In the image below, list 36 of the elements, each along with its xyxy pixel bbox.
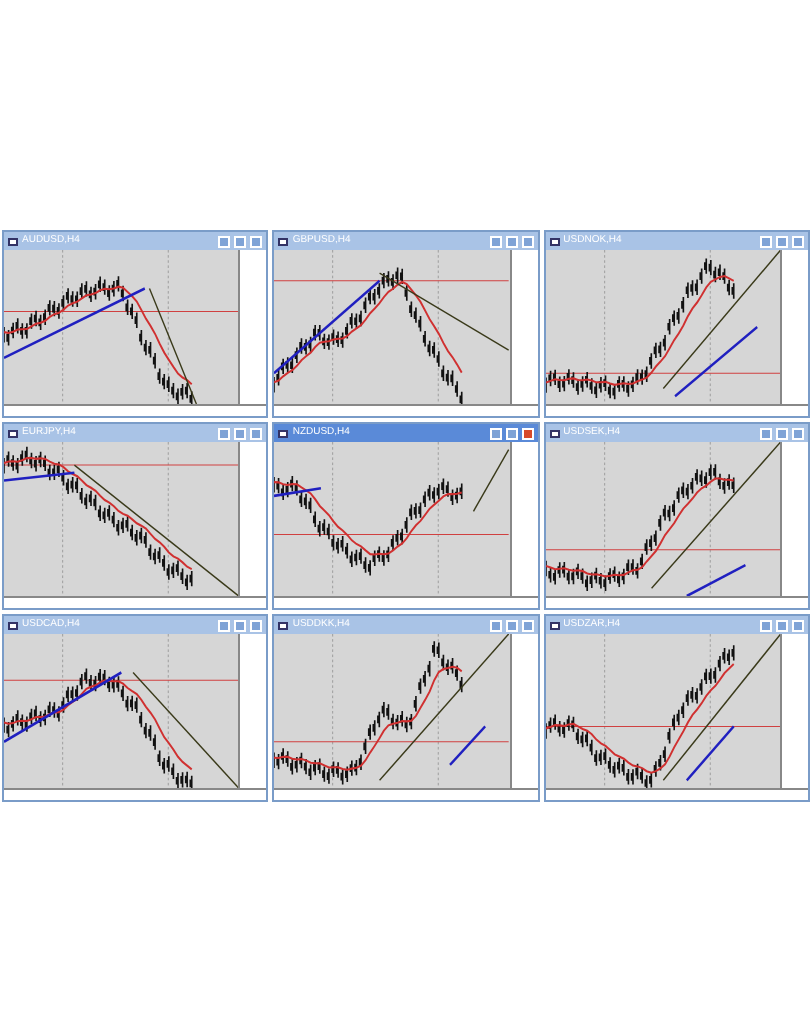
minimize-button[interactable] [218,619,231,631]
chart-icon [549,429,560,437]
chart-icon [8,621,18,629]
close-button[interactable] [521,235,534,247]
minimize-button[interactable] [759,619,772,631]
close-button[interactable] [250,235,263,247]
maximize-button[interactable] [775,427,788,439]
minimize-button[interactable] [218,235,231,247]
maximize-button[interactable] [505,235,518,247]
close-button[interactable] [250,427,263,439]
maximize-button[interactable] [775,619,788,631]
maximize-button[interactable] [234,619,247,631]
chart-icon [278,237,289,245]
maximize-button[interactable] [505,619,518,631]
close-button[interactable] [791,235,804,247]
chart-icon [278,621,289,629]
maximize-button[interactable] [505,427,518,439]
chart-icon [8,429,18,437]
close-button[interactable] [791,619,804,631]
chart-icon [549,237,560,245]
close-button[interactable] [521,619,534,631]
close-button[interactable] [250,619,263,631]
minimize-button[interactable] [489,427,502,439]
chart-icon [278,429,289,437]
maximize-button[interactable] [775,235,788,247]
minimize-button[interactable] [489,235,502,247]
minimize-button[interactable] [759,235,772,247]
close-button[interactable] [521,427,534,439]
chart-icon [549,621,560,629]
minimize-button[interactable] [218,427,231,439]
maximize-button[interactable] [234,235,247,247]
close-button[interactable] [791,427,804,439]
chart-icon [8,237,18,245]
minimize-button[interactable] [489,619,502,631]
maximize-button[interactable] [234,427,247,439]
minimize-button[interactable] [759,427,772,439]
